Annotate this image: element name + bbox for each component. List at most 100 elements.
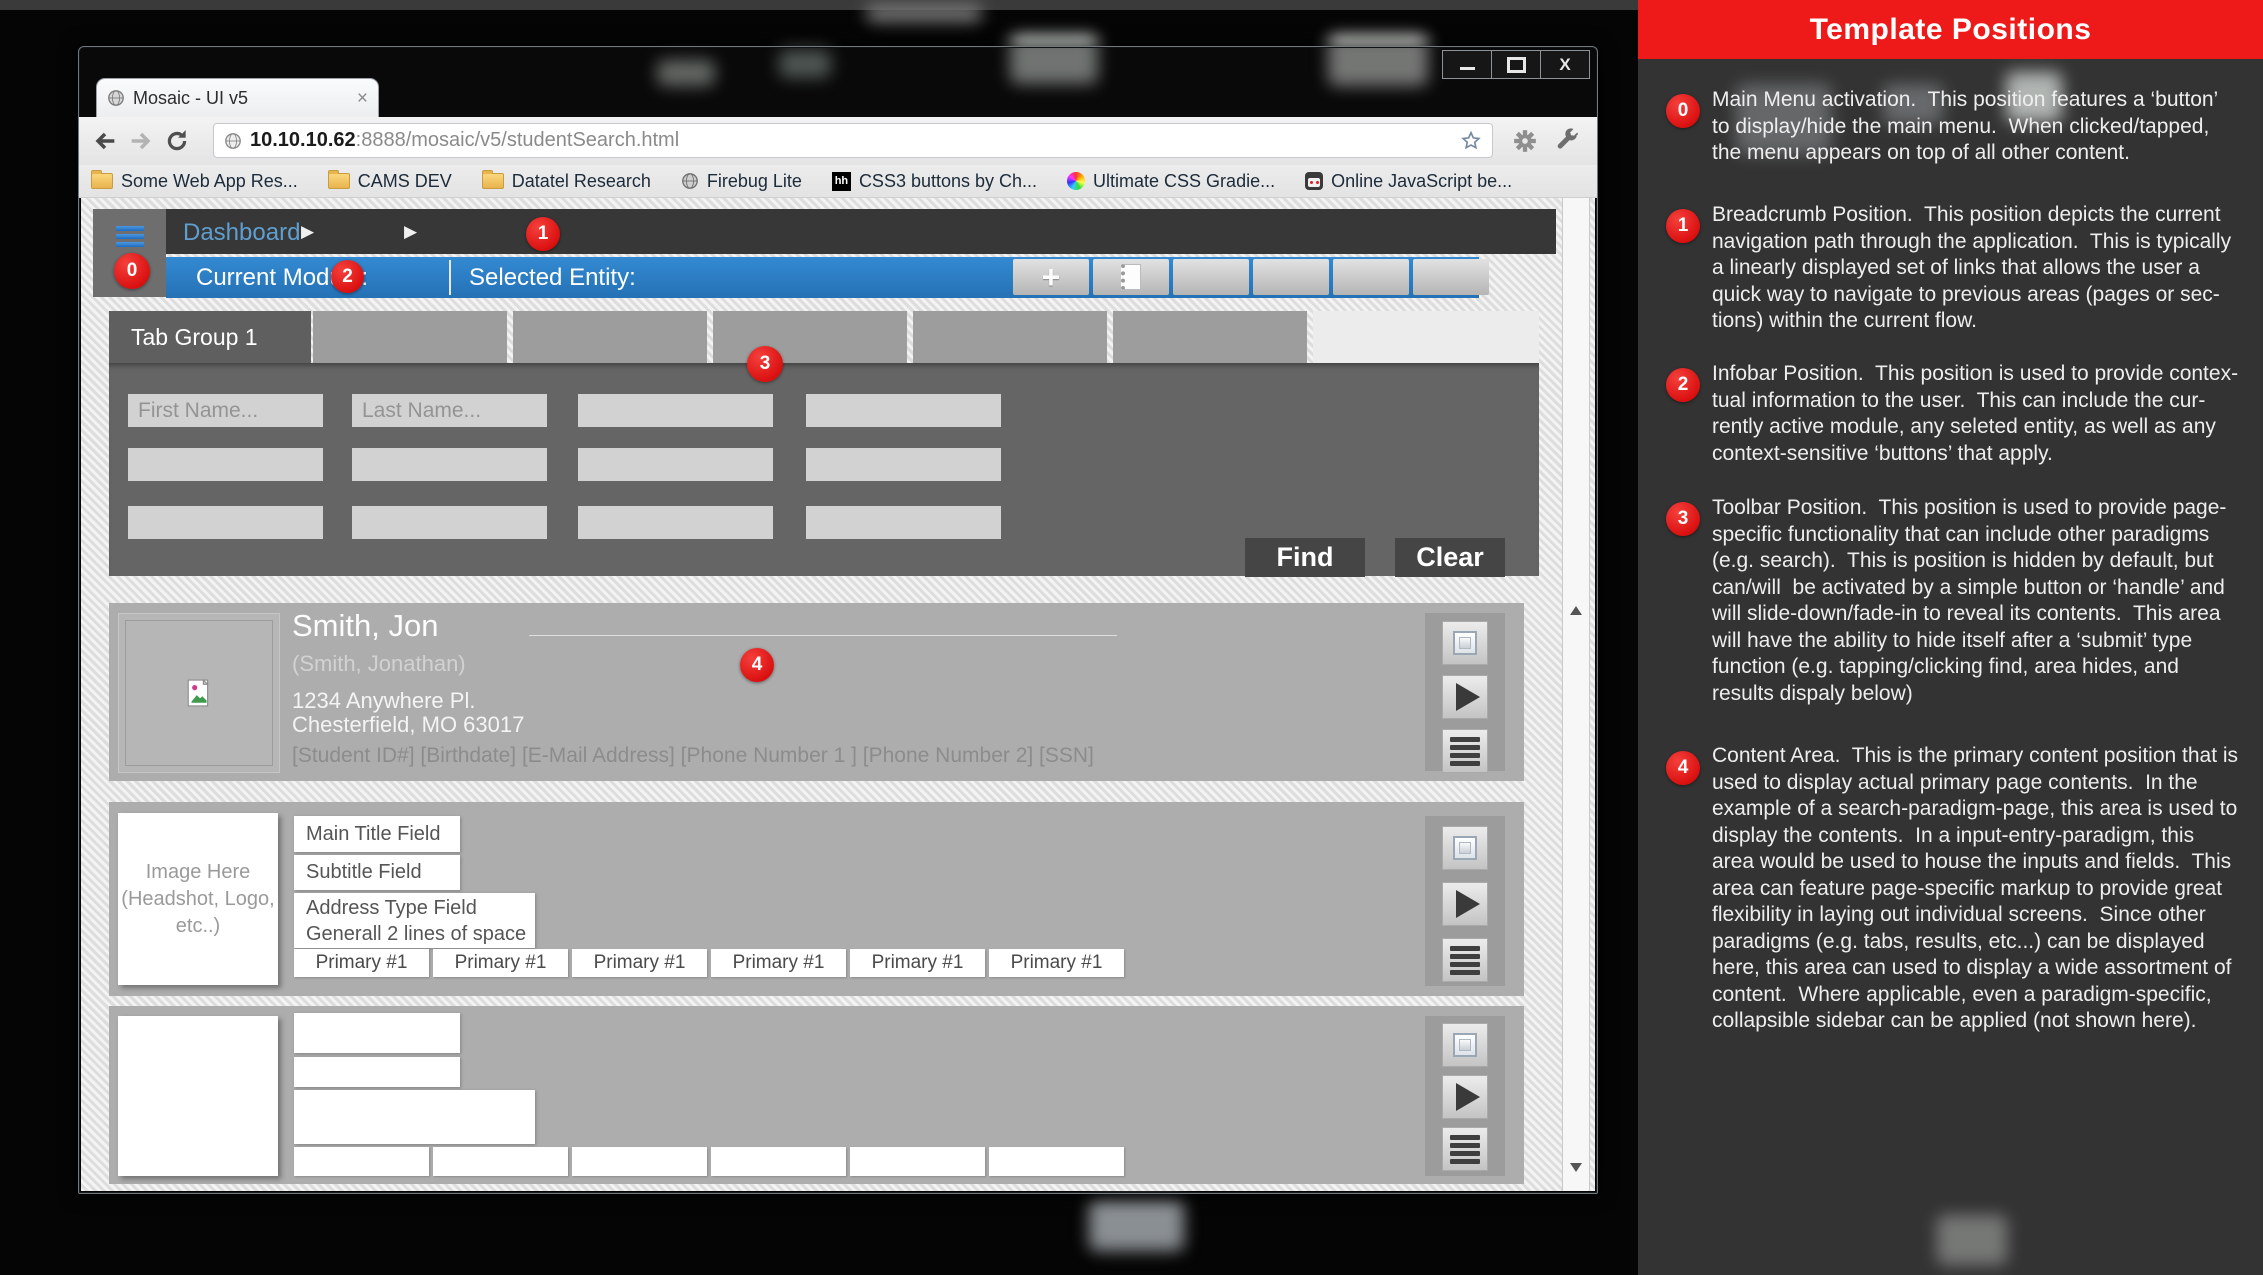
reload-button[interactable] (159, 123, 195, 159)
close-icon: X (1559, 56, 1570, 73)
infobar-button-blank[interactable] (1333, 259, 1409, 295)
result-card-student[interactable]: Smith, Jon (Smith, Jonathan) 1234 Anywhe… (109, 603, 1524, 781)
breadcrumb-arrow-icon: ▶ (404, 222, 417, 242)
find-button[interactable]: Find (1245, 538, 1365, 577)
rainbow-icon (1067, 172, 1085, 190)
bookmark-label: CSS3 buttons by Ch... (859, 171, 1037, 192)
card-action-strip (1425, 613, 1505, 771)
open-play-button[interactable] (1442, 882, 1488, 926)
primary-field: Primary #1 (433, 949, 568, 977)
search-input[interactable] (352, 506, 547, 539)
breadcrumb-arrow-icon: ▶ (301, 222, 314, 242)
search-input[interactable] (578, 448, 773, 481)
details-list-button[interactable] (1442, 1127, 1488, 1171)
open-play-button[interactable] (1442, 1075, 1488, 1119)
bookmark-folder[interactable]: CAMS DEV (328, 171, 452, 192)
maximize-icon (1507, 57, 1526, 73)
subtitle-field: Subtitle Field (294, 855, 460, 890)
list-icon (1450, 1135, 1480, 1164)
minimize-icon (1460, 67, 1475, 70)
primary-field-empty (711, 1147, 846, 1176)
results-scrollbar[interactable] (1562, 198, 1590, 1191)
search-input[interactable] (806, 448, 1001, 481)
desktop-blob (866, 4, 982, 22)
template-positions-panel: Template Positions 0 Main Menu activatio… (1638, 0, 2263, 1275)
hamburger-icon (116, 226, 144, 231)
list-icon (1450, 737, 1480, 766)
bookmark-item[interactable]: Online JavaScript be... (1305, 171, 1512, 192)
tab-group-blank[interactable] (913, 311, 1107, 363)
tab-group-blank[interactable] (313, 311, 507, 363)
search-input[interactable] (806, 506, 1001, 539)
position-badge-3: 3 (747, 346, 783, 382)
tab-group-blank[interactable] (1113, 311, 1307, 363)
legend-badge-4: 4 (1666, 751, 1700, 785)
search-input[interactable] (806, 394, 1001, 427)
notes-button[interactable] (1093, 259, 1169, 295)
tab-group-1[interactable]: Tab Group 1 (109, 311, 311, 363)
infobar-button-blank[interactable] (1253, 259, 1329, 295)
panel-blob (1937, 1215, 2007, 1265)
bookmark-item[interactable]: Ultimate CSS Gradie... (1067, 171, 1275, 192)
infobar-button-blank[interactable] (1173, 259, 1249, 295)
last-name-input[interactable] (352, 394, 547, 427)
search-input[interactable] (578, 506, 773, 539)
bookmarks-bar: Some Web App Res... CAMS DEV Datatel Res… (79, 165, 1597, 198)
hamburger-icon (116, 234, 144, 239)
desktop: X Mosaic - UI v5 × 10.10.10.62 :8888/mos… (0, 0, 2263, 1275)
tab-close-icon[interactable]: × (357, 89, 368, 108)
add-button[interactable]: + (1013, 259, 1089, 295)
url-bar[interactable]: 10.10.10.62 :8888/mosaic/v5/studentSearc… (213, 123, 1493, 158)
scroll-down-icon[interactable] (1570, 1163, 1582, 1172)
first-name-input[interactable] (128, 394, 323, 427)
search-input[interactable] (352, 448, 547, 481)
result-card-empty[interactable] (109, 1006, 1524, 1184)
gear-button[interactable] (1507, 123, 1543, 159)
url-path: :8888/mosaic/v5/studentSearch.html (356, 129, 680, 152)
wrench-button[interactable] (1549, 123, 1585, 159)
breadcrumb-link-dashboard[interactable]: Dashboard (183, 219, 300, 247)
forward-button[interactable] (123, 123, 159, 159)
name-rule-line (529, 635, 1117, 636)
search-input[interactable] (128, 506, 323, 539)
card-action-strip (1425, 1016, 1505, 1176)
globe-favicon-icon (107, 89, 125, 107)
folder-icon (91, 173, 113, 189)
position-badge-4: 4 (740, 648, 774, 682)
clear-button[interactable]: Clear (1395, 538, 1505, 577)
address-type-field: Address Type Field Generall 2 lines of s… (294, 893, 535, 948)
bookmark-star-icon[interactable] (1460, 130, 1482, 152)
list-icon (1450, 946, 1480, 975)
search-input[interactable] (578, 394, 773, 427)
tab-group-blank[interactable] (713, 311, 907, 363)
browser-tab[interactable]: Mosaic - UI v5 × (96, 78, 379, 117)
bookmark-folder[interactable]: Some Web App Res... (91, 171, 298, 192)
back-button[interactable] (87, 123, 123, 159)
select-checkbox-button[interactable] (1442, 826, 1488, 870)
infobar-button-blank[interactable] (1413, 259, 1489, 295)
browser-window: X Mosaic - UI v5 × 10.10.10.62 :8888/mos… (78, 46, 1598, 1194)
maximize-button[interactable] (1491, 50, 1541, 79)
primary-field: Primary #1 (572, 949, 707, 977)
details-list-button[interactable] (1442, 938, 1488, 982)
bookmark-label: Datatel Research (512, 171, 651, 192)
hh-icon: hh (832, 172, 851, 191)
tab-group-blank[interactable] (513, 311, 707, 363)
primary-field: Primary #1 (711, 949, 846, 977)
select-checkbox-button[interactable] (1442, 621, 1488, 665)
bookmark-label: Firebug Lite (707, 171, 802, 192)
bookmark-folder[interactable]: Datatel Research (482, 171, 651, 192)
scroll-up-icon[interactable] (1570, 606, 1582, 615)
close-button[interactable]: X (1540, 50, 1590, 79)
open-play-button[interactable] (1442, 675, 1488, 719)
primary-field: Primary #1 (850, 949, 985, 977)
legend-text-4: Content Area. This is the primary conten… (1712, 743, 2263, 1035)
bookmark-item[interactable]: hh CSS3 buttons by Ch... (832, 171, 1037, 192)
details-list-button[interactable] (1442, 729, 1488, 773)
search-input[interactable] (128, 448, 323, 481)
page-globe-icon (224, 132, 242, 150)
result-card-template[interactable]: Image Here (Headshot, Logo, etc..) Main … (109, 802, 1524, 996)
minimize-button[interactable] (1442, 50, 1492, 79)
bookmark-item[interactable]: Firebug Lite (681, 171, 802, 192)
select-checkbox-button[interactable] (1442, 1023, 1488, 1067)
